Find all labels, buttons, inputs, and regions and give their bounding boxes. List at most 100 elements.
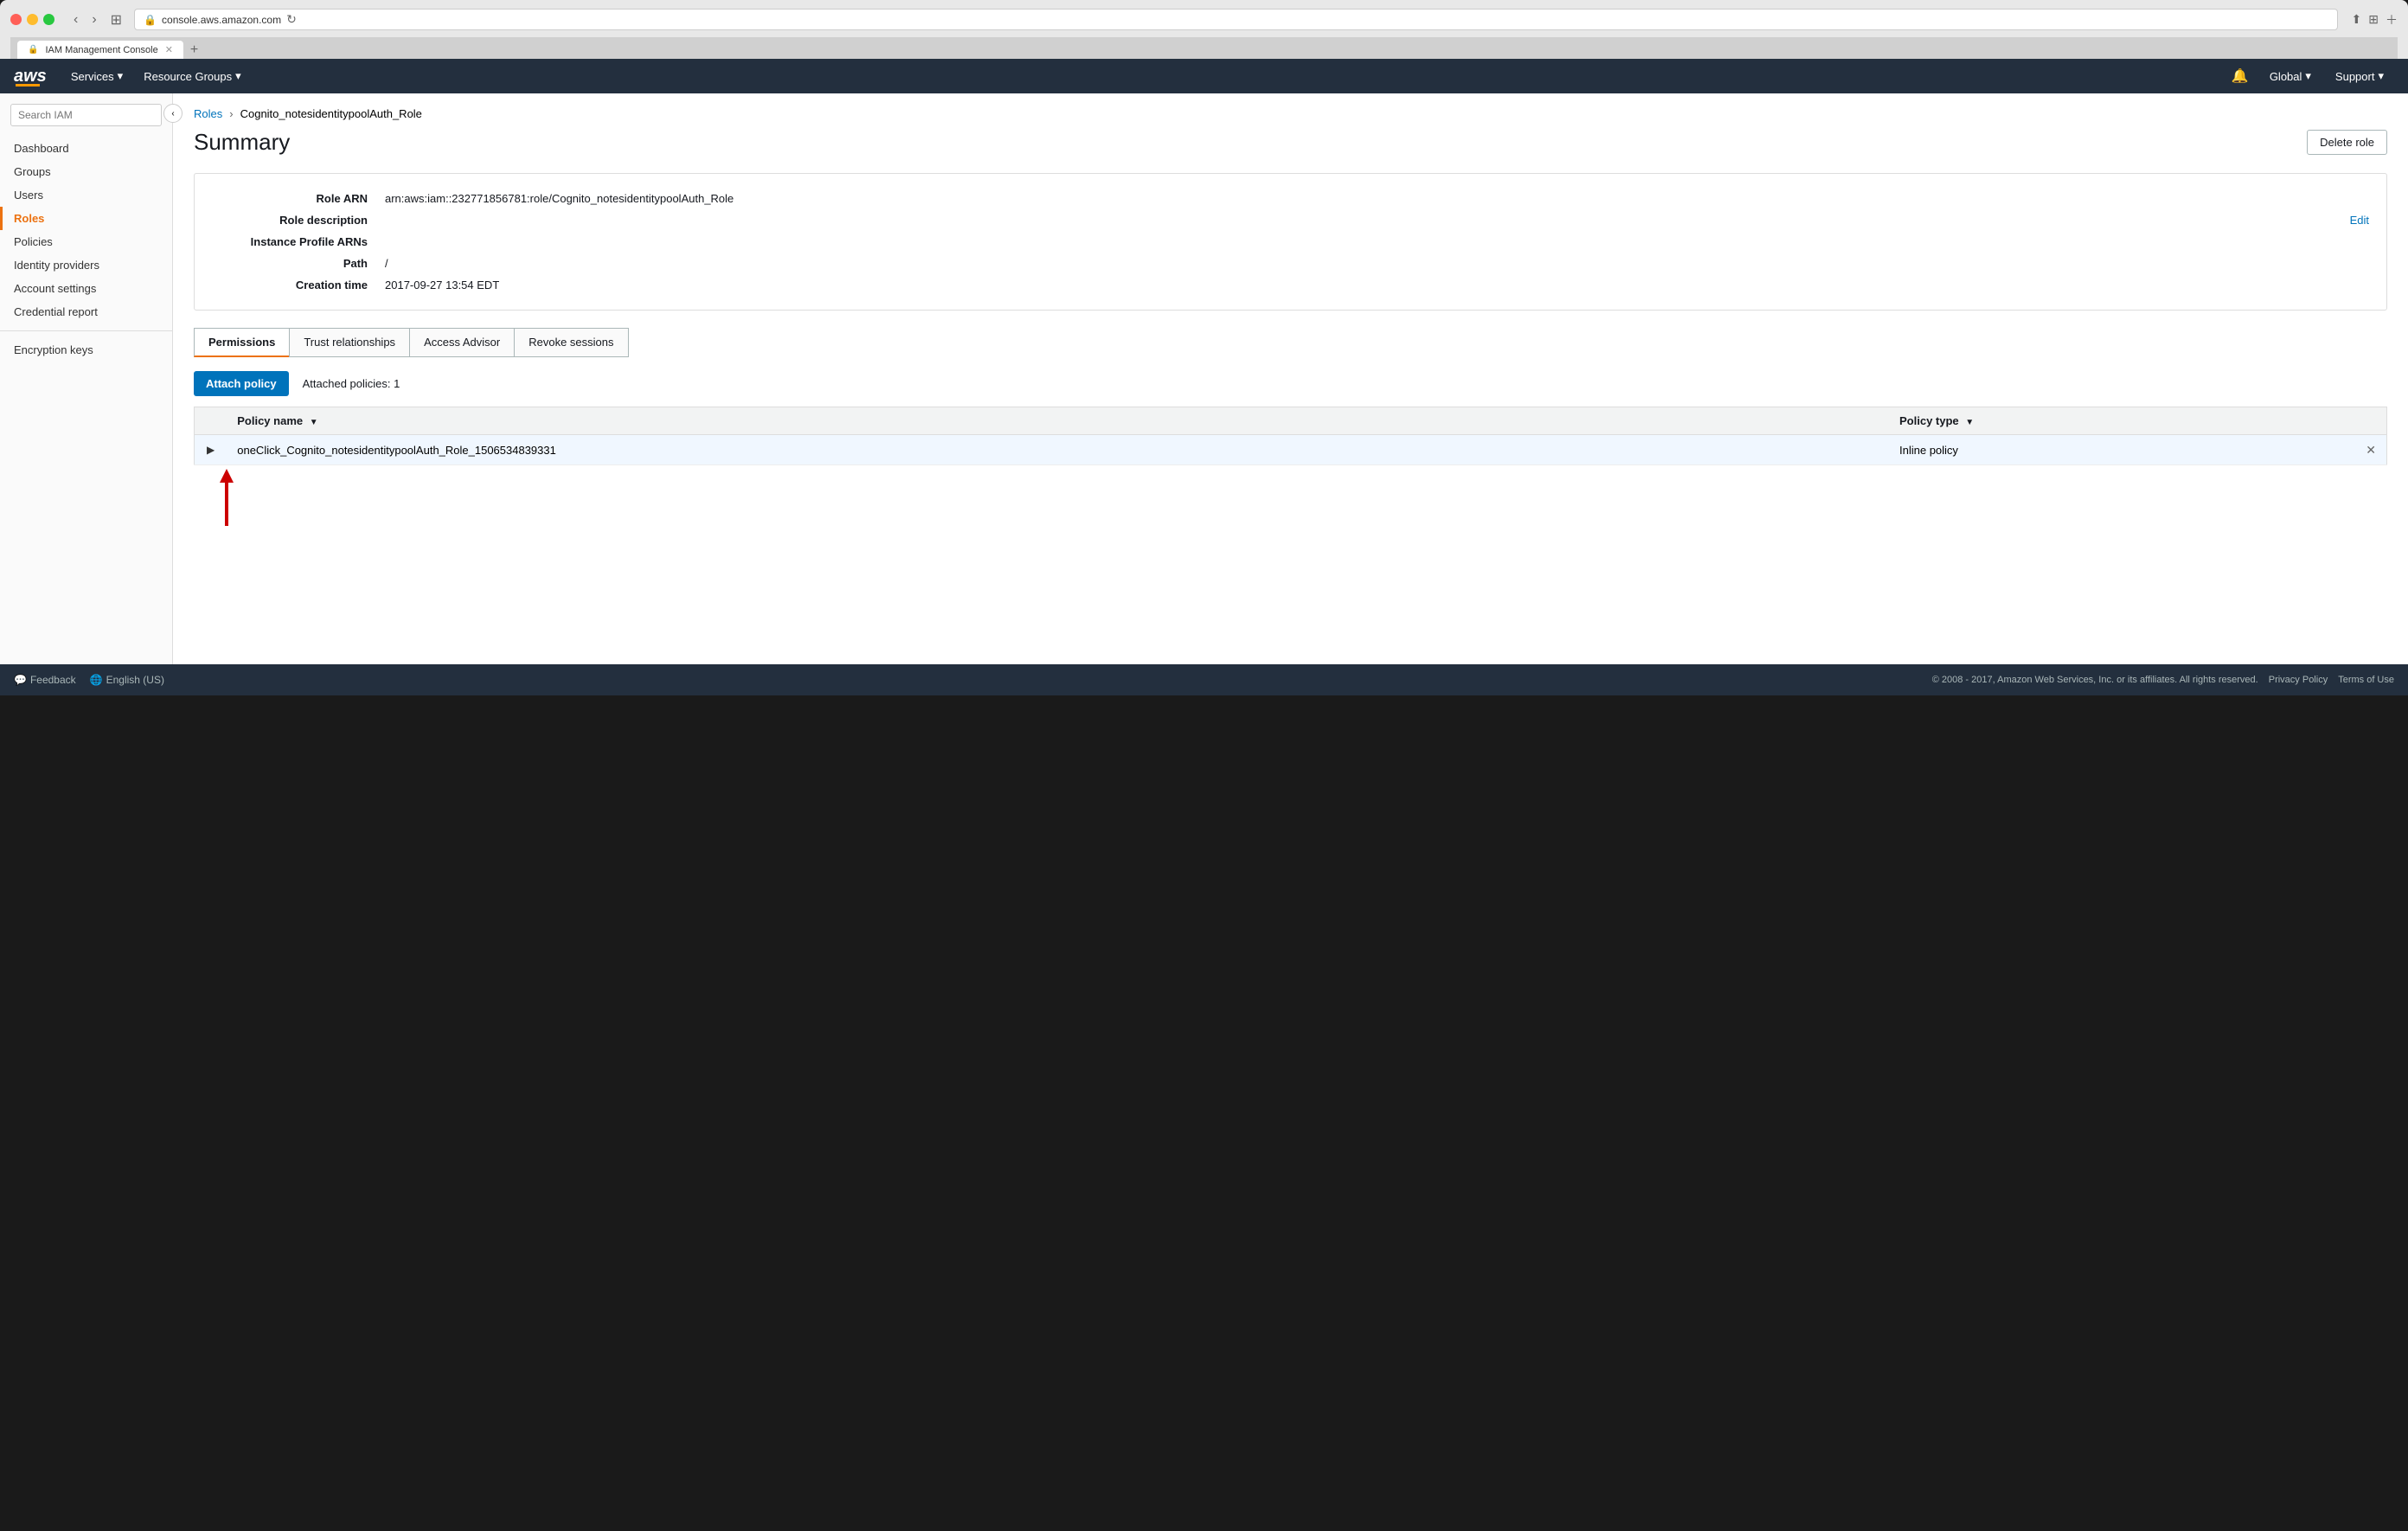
- policy-name-column-header[interactable]: Policy name ▼: [227, 407, 1889, 435]
- global-nav-item[interactable]: Global ▾: [2259, 59, 2322, 93]
- policy-type-sort-icon: ▼: [1965, 418, 1974, 427]
- reload-button[interactable]: ↻: [286, 12, 297, 27]
- services-nav-item[interactable]: Services ▾: [61, 59, 133, 93]
- role-arn-value: arn:aws:iam::232771856781:role/Cognito_n…: [385, 192, 2369, 205]
- resource-groups-nav-item[interactable]: Resource Groups ▾: [133, 59, 251, 93]
- sidebar-item-policies[interactable]: Policies: [0, 230, 172, 253]
- policy-table-header: Policy name ▼ Policy type ▼: [195, 407, 2387, 435]
- expand-cell: ▶: [195, 435, 227, 465]
- aws-top-nav: aws Services ▾ Resource Groups ▾ 🔔 Globa…: [0, 59, 2408, 93]
- support-chevron-icon: ▾: [2378, 69, 2384, 83]
- add-tab-button[interactable]: ⊞: [2368, 11, 2379, 29]
- new-tab-plus-button[interactable]: ＋: [2386, 11, 2398, 29]
- sidebar-toggle-button[interactable]: ⊞: [106, 10, 127, 30]
- breadcrumb-roles-link[interactable]: Roles: [194, 107, 222, 120]
- breadcrumb-current: Cognito_notesidentitypoolAuth_Role: [240, 107, 422, 120]
- sidebar: ‹ Dashboard Groups Users Roles Policies …: [0, 93, 173, 664]
- role-arn-row: Role ARN arn:aws:iam::232771856781:role/…: [195, 188, 2386, 209]
- instance-profile-arns-label: Instance Profile ARNs: [212, 235, 385, 248]
- policy-name-cell: oneClick_Cognito_notesidentitypoolAuth_R…: [227, 435, 1889, 465]
- feedback-button[interactable]: 💬 Feedback: [14, 674, 76, 686]
- share-button[interactable]: ⬆: [2352, 11, 2362, 29]
- expand-policy-button[interactable]: ▶: [205, 442, 216, 458]
- copyright-text: © 2008 - 2017, Amazon Web Services, Inc.…: [1932, 675, 2258, 685]
- tab-trust-relationships[interactable]: Trust relationships: [289, 328, 409, 357]
- red-arrow: [220, 469, 234, 526]
- policy-table-body: ▶ oneClick_Cognito_notesidentitypoolAuth…: [195, 435, 2387, 465]
- traffic-lights: [10, 14, 54, 25]
- search-iam-input[interactable]: [10, 104, 162, 126]
- attach-policy-button[interactable]: Attach policy: [194, 371, 289, 396]
- page-header: Summary Delete role: [194, 129, 2387, 156]
- tab-access-advisor[interactable]: Access Advisor: [409, 328, 514, 357]
- policy-name-sort-icon: ▼: [310, 418, 318, 427]
- sidebar-item-roles[interactable]: Roles: [0, 207, 172, 230]
- privacy-policy-link[interactable]: Privacy Policy: [2269, 675, 2328, 685]
- creation-time-value: 2017-09-27 13:54 EDT: [385, 279, 2369, 291]
- creation-time-label: Creation time: [212, 279, 385, 291]
- sidebar-item-credential-report[interactable]: Credential report: [0, 300, 172, 323]
- expand-column-header: [195, 407, 227, 435]
- arrow-shaft: [225, 483, 228, 526]
- path-value: /: [385, 257, 2369, 270]
- breadcrumb: Roles › Cognito_notesidentitypoolAuth_Ro…: [194, 107, 2387, 120]
- attach-policy-area: Attach policy Attached policies: 1: [194, 371, 2387, 396]
- path-row: Path /: [195, 253, 2386, 274]
- sidebar-collapse-button[interactable]: ‹: [163, 104, 183, 123]
- sidebar-item-identity-providers[interactable]: Identity providers: [0, 253, 172, 277]
- delete-role-button[interactable]: Delete role: [2307, 130, 2387, 155]
- policy-type-column-header[interactable]: Policy type ▼: [1889, 407, 2355, 435]
- main-content: Roles › Cognito_notesidentitypoolAuth_Ro…: [173, 93, 2408, 664]
- active-browser-tab[interactable]: 🔒 IAM Management Console ✕: [17, 41, 183, 59]
- sidebar-item-dashboard[interactable]: Dashboard: [0, 137, 172, 160]
- remove-policy-button[interactable]: ✕: [2366, 443, 2376, 458]
- sidebar-item-account-settings[interactable]: Account settings: [0, 277, 172, 300]
- minimize-window-button[interactable]: [27, 14, 38, 25]
- sidebar-item-encryption-keys[interactable]: Encryption keys: [0, 338, 172, 362]
- arrow-head: [220, 469, 234, 483]
- remove-policy-cell: ✕: [2355, 435, 2386, 465]
- sidebar-item-users[interactable]: Users: [0, 183, 172, 207]
- table-row: ▶ oneClick_Cognito_notesidentitypoolAuth…: [195, 435, 2387, 465]
- support-nav-item[interactable]: Support ▾: [2325, 59, 2394, 93]
- tab-title: IAM Management Console: [45, 45, 157, 55]
- feedback-icon: 💬: [14, 674, 27, 686]
- remove-column-header: [2355, 407, 2386, 435]
- role-arn-label: Role ARN: [212, 192, 385, 205]
- creation-time-row: Creation time 2017-09-27 13:54 EDT: [195, 274, 2386, 296]
- globe-icon: 🌐: [90, 674, 103, 686]
- language-selector[interactable]: 🌐 English (US): [90, 674, 164, 686]
- new-tab-button[interactable]: +: [185, 42, 203, 58]
- close-window-button[interactable]: [10, 14, 22, 25]
- role-description-value-area: Edit: [385, 214, 2369, 227]
- terms-of-use-link[interactable]: Terms of Use: [2338, 675, 2394, 685]
- back-button[interactable]: ‹: [68, 10, 83, 30]
- footer: 💬 Feedback 🌐 English (US) © 2008 - 2017,…: [0, 664, 2408, 695]
- browser-action-buttons: ⬆ ⊞ ＋: [2352, 11, 2398, 29]
- sidebar-item-groups[interactable]: Groups: [0, 160, 172, 183]
- close-tab-button[interactable]: ✕: [165, 44, 173, 55]
- global-chevron-icon: ▾: [2305, 69, 2311, 83]
- path-label: Path: [212, 257, 385, 270]
- aws-logo-text: aws: [14, 67, 47, 86]
- attached-policies-count: Attached policies: 1: [303, 377, 400, 390]
- tab-revoke-sessions[interactable]: Revoke sessions: [514, 328, 628, 357]
- lock-icon: 🔒: [144, 14, 157, 26]
- tab-permissions[interactable]: Permissions: [194, 328, 289, 357]
- maximize-window-button[interactable]: [43, 14, 54, 25]
- edit-description-link[interactable]: Edit: [2350, 214, 2369, 227]
- services-chevron-icon: ▾: [118, 69, 124, 83]
- address-bar[interactable]: 🔒 console.aws.amazon.com ↻: [134, 9, 2337, 30]
- role-description-row: Role description Edit: [195, 209, 2386, 231]
- main-layout: ‹ Dashboard Groups Users Roles Policies …: [0, 93, 2408, 664]
- instance-profile-arns-row: Instance Profile ARNs: [195, 231, 2386, 253]
- tab-favicon: 🔒: [28, 45, 38, 54]
- page-title: Summary: [194, 129, 290, 156]
- policy-type-cell: Inline policy: [1889, 435, 2355, 465]
- aws-logo[interactable]: aws: [14, 67, 47, 86]
- notifications-button[interactable]: 🔔: [2225, 67, 2256, 85]
- forward-button[interactable]: ›: [86, 10, 101, 30]
- url-text: console.aws.amazon.com: [162, 14, 281, 26]
- nav-right-section: 🔔 Global ▾ Support ▾: [2225, 59, 2394, 93]
- red-arrow-annotation: [194, 465, 2387, 535]
